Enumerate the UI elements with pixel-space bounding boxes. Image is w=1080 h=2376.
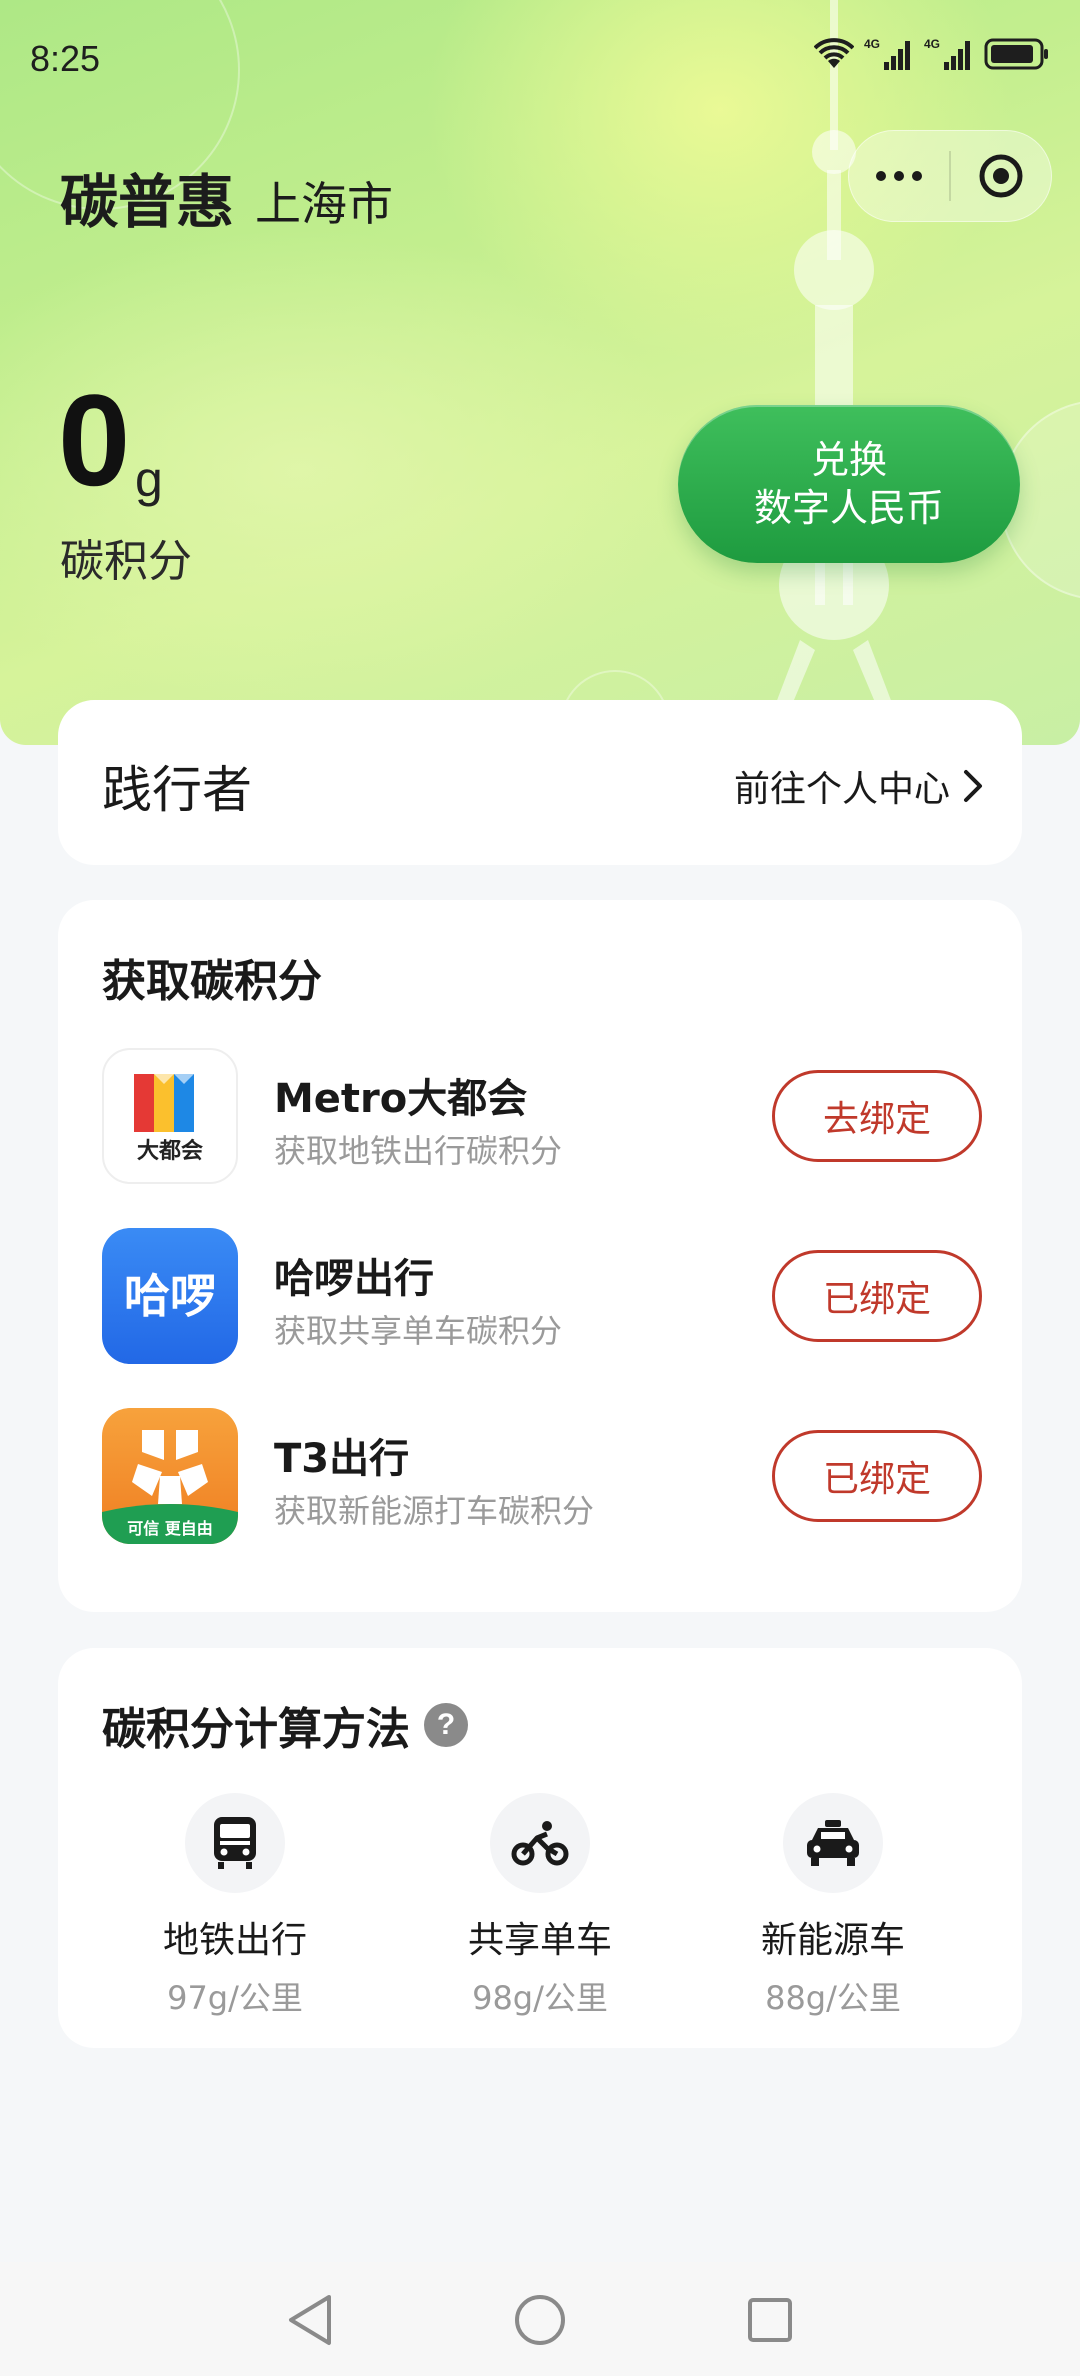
calc-section-title: 碳积分计算方法 bbox=[102, 1704, 410, 1755]
hello-logo-text: 哈啰 bbox=[124, 1269, 216, 1323]
wifi-icon bbox=[814, 38, 854, 68]
calc-item-bicycle: 共享单车 98g/公里 bbox=[440, 1793, 640, 2019]
exchange-ecny-button[interactable]: 兑换 数字人民币 bbox=[678, 405, 1020, 563]
subway-icon-wrap bbox=[185, 1793, 285, 1893]
svg-text:4G: 4G bbox=[864, 37, 880, 51]
bound-button[interactable]: 已绑定 bbox=[772, 1430, 982, 1522]
t3-app-icon: 可信 更自由 bbox=[102, 1408, 238, 1544]
exchange-line1: 兑换 bbox=[810, 438, 887, 482]
carbon-points-unit: g bbox=[135, 451, 163, 507]
bicycle-icon-wrap bbox=[490, 1793, 590, 1893]
personal-center-link[interactable]: 前往个人中心 bbox=[734, 760, 984, 812]
metro-app-icon: 大都会 bbox=[102, 1048, 238, 1184]
earn-item-name: T3出行 bbox=[274, 1436, 410, 1482]
close-button[interactable] bbox=[951, 131, 1051, 221]
taxi-icon-wrap bbox=[783, 1793, 883, 1893]
personal-center-label: 前往个人中心 bbox=[733, 769, 950, 810]
earn-item-desc: 获取共享单车碳积分 bbox=[274, 1312, 563, 1350]
recents-square-icon bbox=[748, 2298, 792, 2342]
exchange-line2: 数字人民币 bbox=[753, 486, 944, 530]
back-triangle-icon bbox=[289, 2295, 331, 2345]
page-title: 碳普惠 bbox=[60, 168, 235, 236]
profile-name: 践行者 bbox=[102, 761, 252, 819]
bound-button[interactable]: 已绑定 bbox=[772, 1250, 982, 1342]
earn-item-desc: 获取地铁出行碳积分 bbox=[274, 1132, 563, 1170]
calculation-method-card: 碳积分计算方法 ? 地铁出行 97g/公里 共享单车 98g/公里 新能源车 8… bbox=[58, 1648, 1022, 2048]
calc-item-rate: 98g/公里 bbox=[472, 1979, 608, 2017]
calc-item-rate: 97g/公里 bbox=[167, 1979, 303, 2017]
hello-app-icon: 哈啰 bbox=[102, 1228, 238, 1364]
calc-item-subway: 地铁出行 97g/公里 bbox=[135, 1793, 335, 2019]
battery-icon bbox=[984, 38, 1048, 70]
earn-points-card: 获取碳积分 大都会 Metro大都会 获取地铁出行碳积分 去绑定 哈啰 哈啰出行… bbox=[58, 900, 1022, 1612]
more-dots-icon bbox=[876, 171, 922, 181]
calc-item-name: 地铁出行 bbox=[162, 1920, 307, 1961]
calc-item-name: 新能源车 bbox=[760, 1920, 905, 1961]
nav-home-button[interactable] bbox=[510, 2290, 570, 2350]
list-item: 大都会 Metro大都会 获取地铁出行碳积分 去绑定 bbox=[102, 1048, 982, 1188]
home-circle-icon bbox=[515, 2295, 565, 2345]
status-time: 8:25 bbox=[30, 38, 101, 79]
earn-item-name: 哈啰出行 bbox=[274, 1256, 434, 1302]
t3-logo-text: 可信 更自由 bbox=[127, 1519, 213, 1538]
calc-item-rate: 88g/公里 bbox=[765, 1979, 901, 2017]
calc-item-name: 共享单车 bbox=[467, 1920, 612, 1961]
city-label[interactable]: 上海市 bbox=[255, 168, 393, 234]
calc-section-header: 碳积分计算方法 ? bbox=[102, 1693, 468, 1757]
system-nav-bar bbox=[0, 2262, 1080, 2376]
profile-card[interactable]: 践行者 前往个人中心 bbox=[58, 700, 1022, 865]
chevron-right-icon bbox=[964, 770, 982, 802]
target-circle-icon bbox=[979, 154, 1023, 198]
bind-button[interactable]: 去绑定 bbox=[772, 1070, 982, 1162]
signal-4g-icon: 4G bbox=[864, 37, 910, 70]
list-item: 哈啰 哈啰出行 获取共享单车碳积分 已绑定 bbox=[102, 1228, 982, 1368]
taxi-icon bbox=[807, 1820, 859, 1866]
mini-program-capsule bbox=[848, 130, 1052, 222]
earn-item-desc: 获取新能源打车碳积分 bbox=[274, 1492, 595, 1530]
help-icon[interactable]: ? bbox=[424, 1703, 468, 1747]
carbon-points-value: 0 bbox=[58, 367, 131, 513]
svg-text:4G: 4G bbox=[924, 37, 940, 51]
bicycle-icon bbox=[511, 1821, 569, 1866]
metro-logo-text: 大都会 bbox=[137, 1138, 203, 1164]
status-icons: 4G 4G bbox=[814, 36, 1050, 72]
subway-icon bbox=[214, 1817, 256, 1869]
nav-recents-button[interactable] bbox=[740, 2290, 800, 2350]
signal-4g-icon: 4G bbox=[924, 37, 970, 70]
earn-item-name: Metro大都会 bbox=[274, 1076, 528, 1122]
status-bar: 8:25 4G 4G bbox=[0, 0, 1080, 120]
more-button[interactable] bbox=[849, 131, 949, 221]
nav-back-button[interactable] bbox=[280, 2290, 340, 2350]
list-item: 可信 更自由 T3出行 获取新能源打车碳积分 已绑定 bbox=[102, 1408, 982, 1548]
carbon-points-label: 碳积分 bbox=[60, 536, 192, 587]
earn-section-title: 获取碳积分 bbox=[102, 956, 322, 1007]
calc-item-taxi: 新能源车 88g/公里 bbox=[733, 1793, 933, 2019]
